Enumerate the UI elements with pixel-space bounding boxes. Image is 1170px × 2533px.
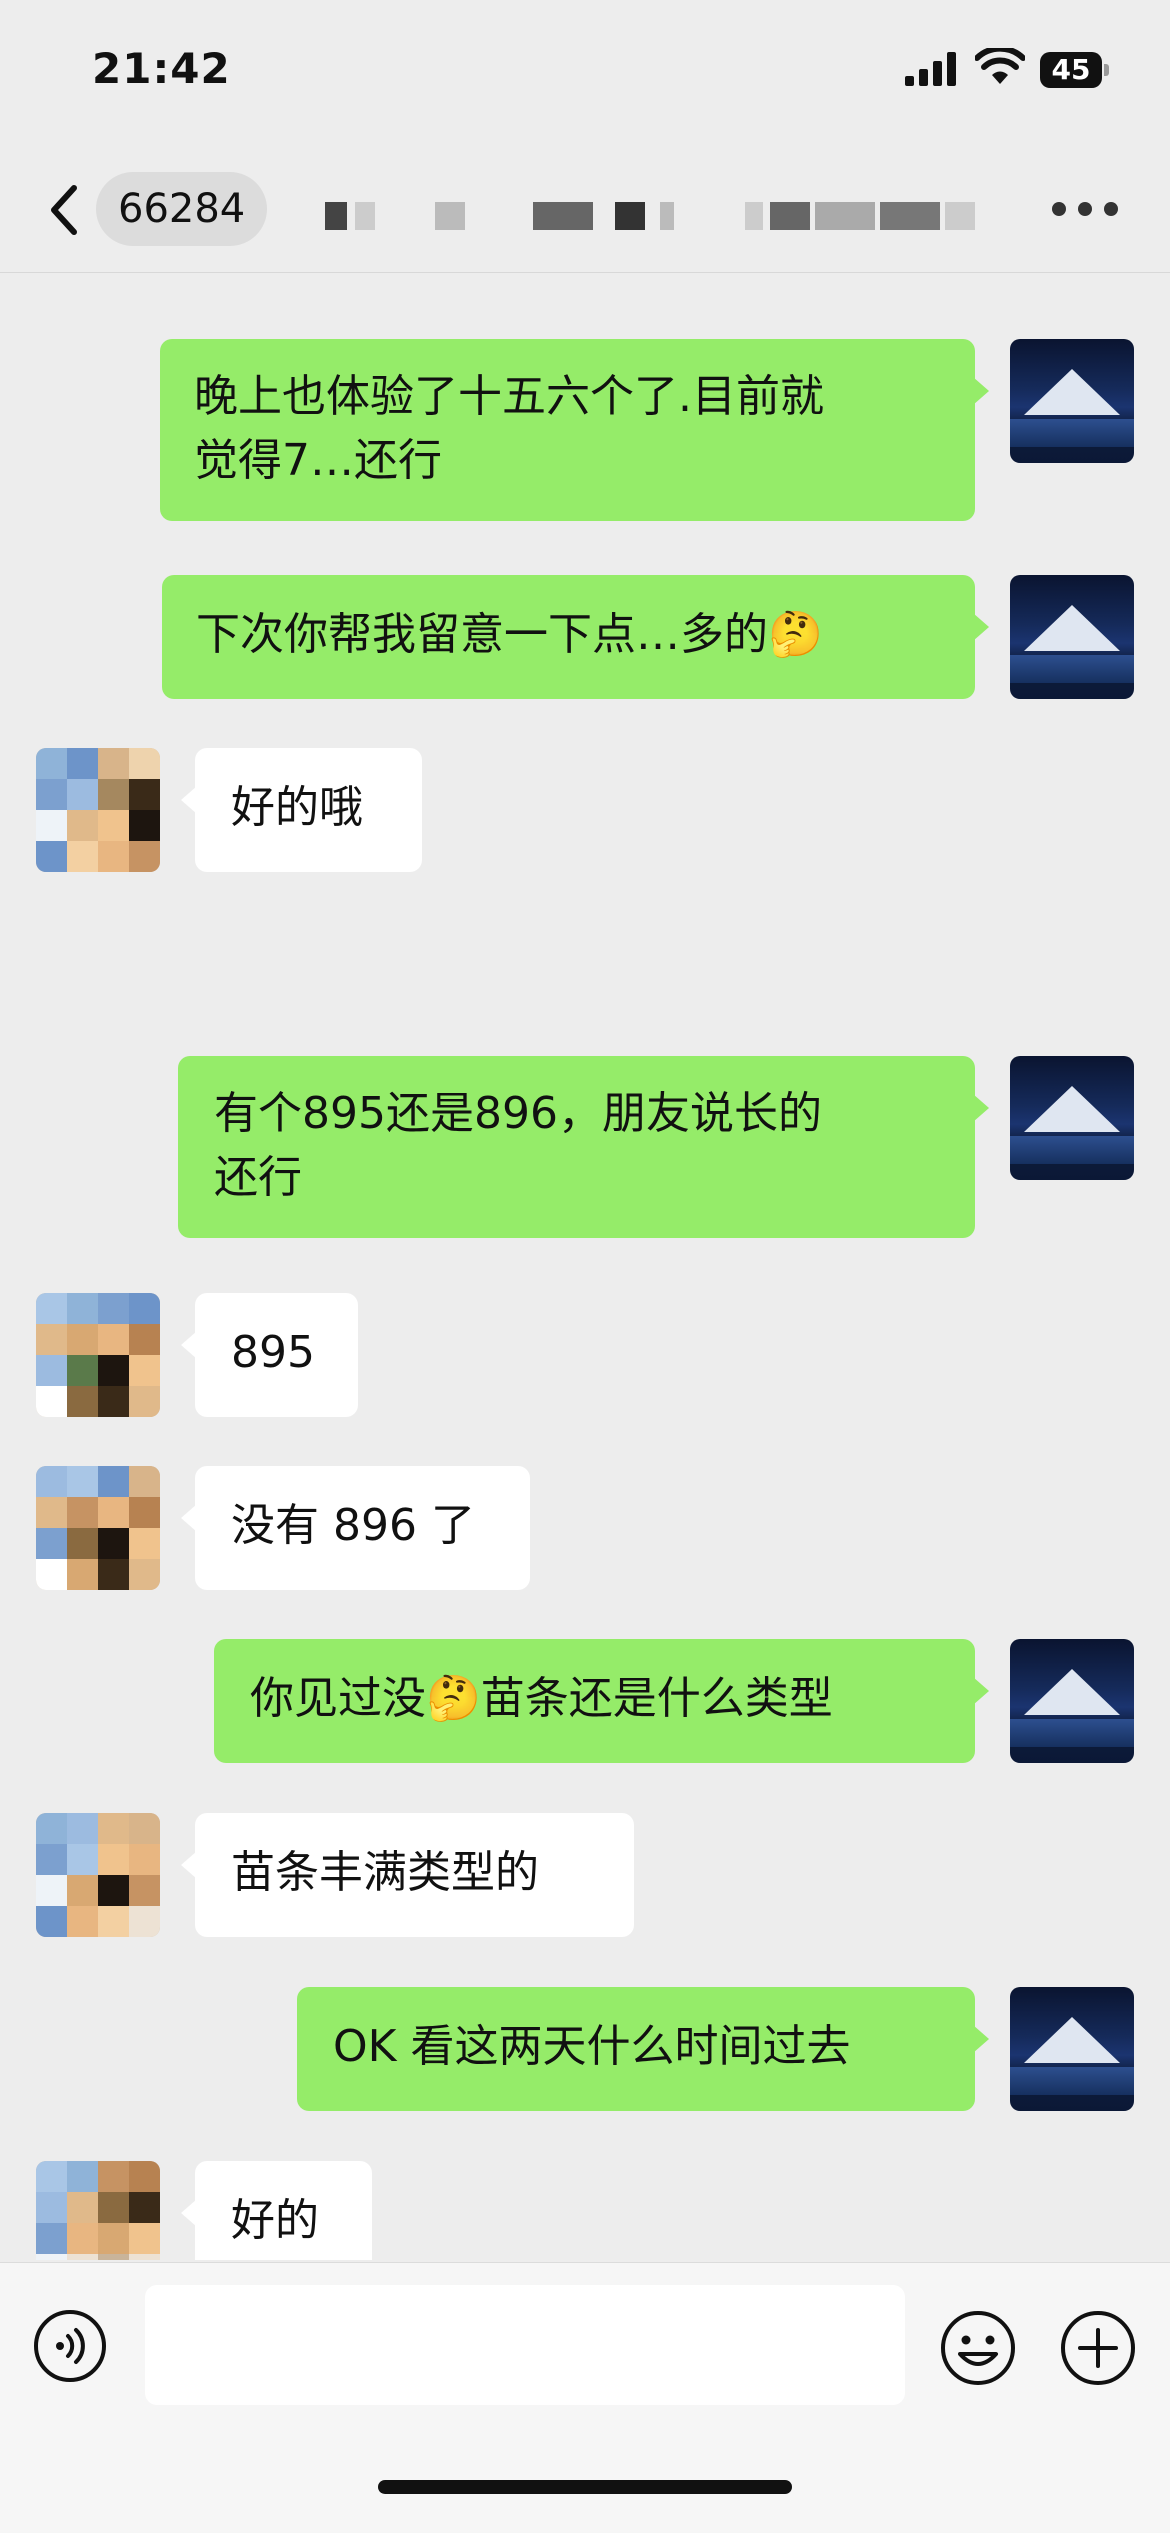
emoji-icon[interactable] xyxy=(938,2308,1018,2388)
message-text: 895 xyxy=(231,1327,315,1378)
message-bubble-outgoing[interactable]: 你见过没🤔苗条还是什么类型 xyxy=(214,1639,989,1763)
home-indicator[interactable] xyxy=(378,2480,792,2494)
chat-header: 66284 xyxy=(0,150,1170,273)
wifi-icon xyxy=(975,48,1025,84)
message-text: 好的 xyxy=(231,2195,319,2246)
status-bar: 21:42 45 xyxy=(0,0,1170,140)
message-bubble-incoming[interactable]: 好的哦 xyxy=(181,748,422,872)
plus-icon[interactable] xyxy=(1058,2308,1138,2388)
message-bubble-incoming[interactable]: 苗条丰满类型的 xyxy=(181,1813,634,1937)
status-time: 21:42 xyxy=(92,44,231,93)
back-icon[interactable] xyxy=(40,180,90,240)
message-text: 还行 xyxy=(214,1152,302,1203)
message-text: 没有 896 了 xyxy=(231,1500,475,1551)
message-bubble-incoming[interactable]: 895 xyxy=(181,1293,358,1417)
self-avatar[interactable] xyxy=(1010,1987,1134,2111)
message-bubble-incoming[interactable]: 没有 896 了 xyxy=(181,1466,530,1590)
message-bubble-outgoing[interactable]: OK 看这两天什么时间过去 xyxy=(297,1987,989,2111)
signal-icon xyxy=(905,52,956,86)
message-bubble-outgoing[interactable]: 下次你帮我留意一下点…多的🤔 xyxy=(162,575,989,699)
battery-level: 45 xyxy=(1051,53,1091,86)
contact-avatar-pixelated[interactable] xyxy=(36,2161,160,2260)
contact-avatar-pixelated[interactable] xyxy=(36,1293,160,1417)
message-text: 觉得7…还行 xyxy=(194,435,442,486)
self-avatar[interactable] xyxy=(1010,339,1134,463)
message-text: 你见过没🤔苗条还是什么类型 xyxy=(250,1673,833,1724)
message-bubble-outgoing[interactable]: 有个895还是896，朋友说长的 还行 xyxy=(178,1056,989,1238)
message-list[interactable]: 晚上也体验了十五六个了.目前就 觉得7…还行 下次你帮我留意一下点…多的🤔 好的… xyxy=(0,273,1170,2260)
contact-avatar-pixelated[interactable] xyxy=(36,748,160,872)
message-text: 晚上也体验了十五六个了.目前就 xyxy=(194,371,824,422)
message-input[interactable] xyxy=(145,2285,905,2405)
message-text: OK 看这两天什么时间过去 xyxy=(333,2021,851,2072)
more-icon[interactable] xyxy=(1052,198,1118,222)
message-bubble-incoming[interactable]: 好的 xyxy=(181,2161,372,2260)
message-text: 有个895还是896，朋友说长的 xyxy=(214,1088,822,1139)
contact-avatar-pixelated[interactable] xyxy=(36,1813,160,1937)
chat-title-redacted xyxy=(315,202,1025,230)
message-bubble-outgoing[interactable]: 晚上也体验了十五六个了.目前就 觉得7…还行 xyxy=(160,339,989,521)
message-text: 好的哦 xyxy=(231,782,363,833)
voice-icon[interactable] xyxy=(32,2308,108,2384)
self-avatar[interactable] xyxy=(1010,575,1134,699)
self-avatar[interactable] xyxy=(1010,1056,1134,1180)
self-avatar[interactable] xyxy=(1010,1639,1134,1763)
unread-count-badge[interactable]: 66284 xyxy=(96,172,268,246)
message-text: 苗条丰满类型的 xyxy=(231,1847,539,1898)
message-text: 下次你帮我留意一下点…多的🤔 xyxy=(196,609,823,660)
battery-icon: 45 xyxy=(1040,52,1110,88)
contact-avatar-pixelated[interactable] xyxy=(36,1466,160,1590)
